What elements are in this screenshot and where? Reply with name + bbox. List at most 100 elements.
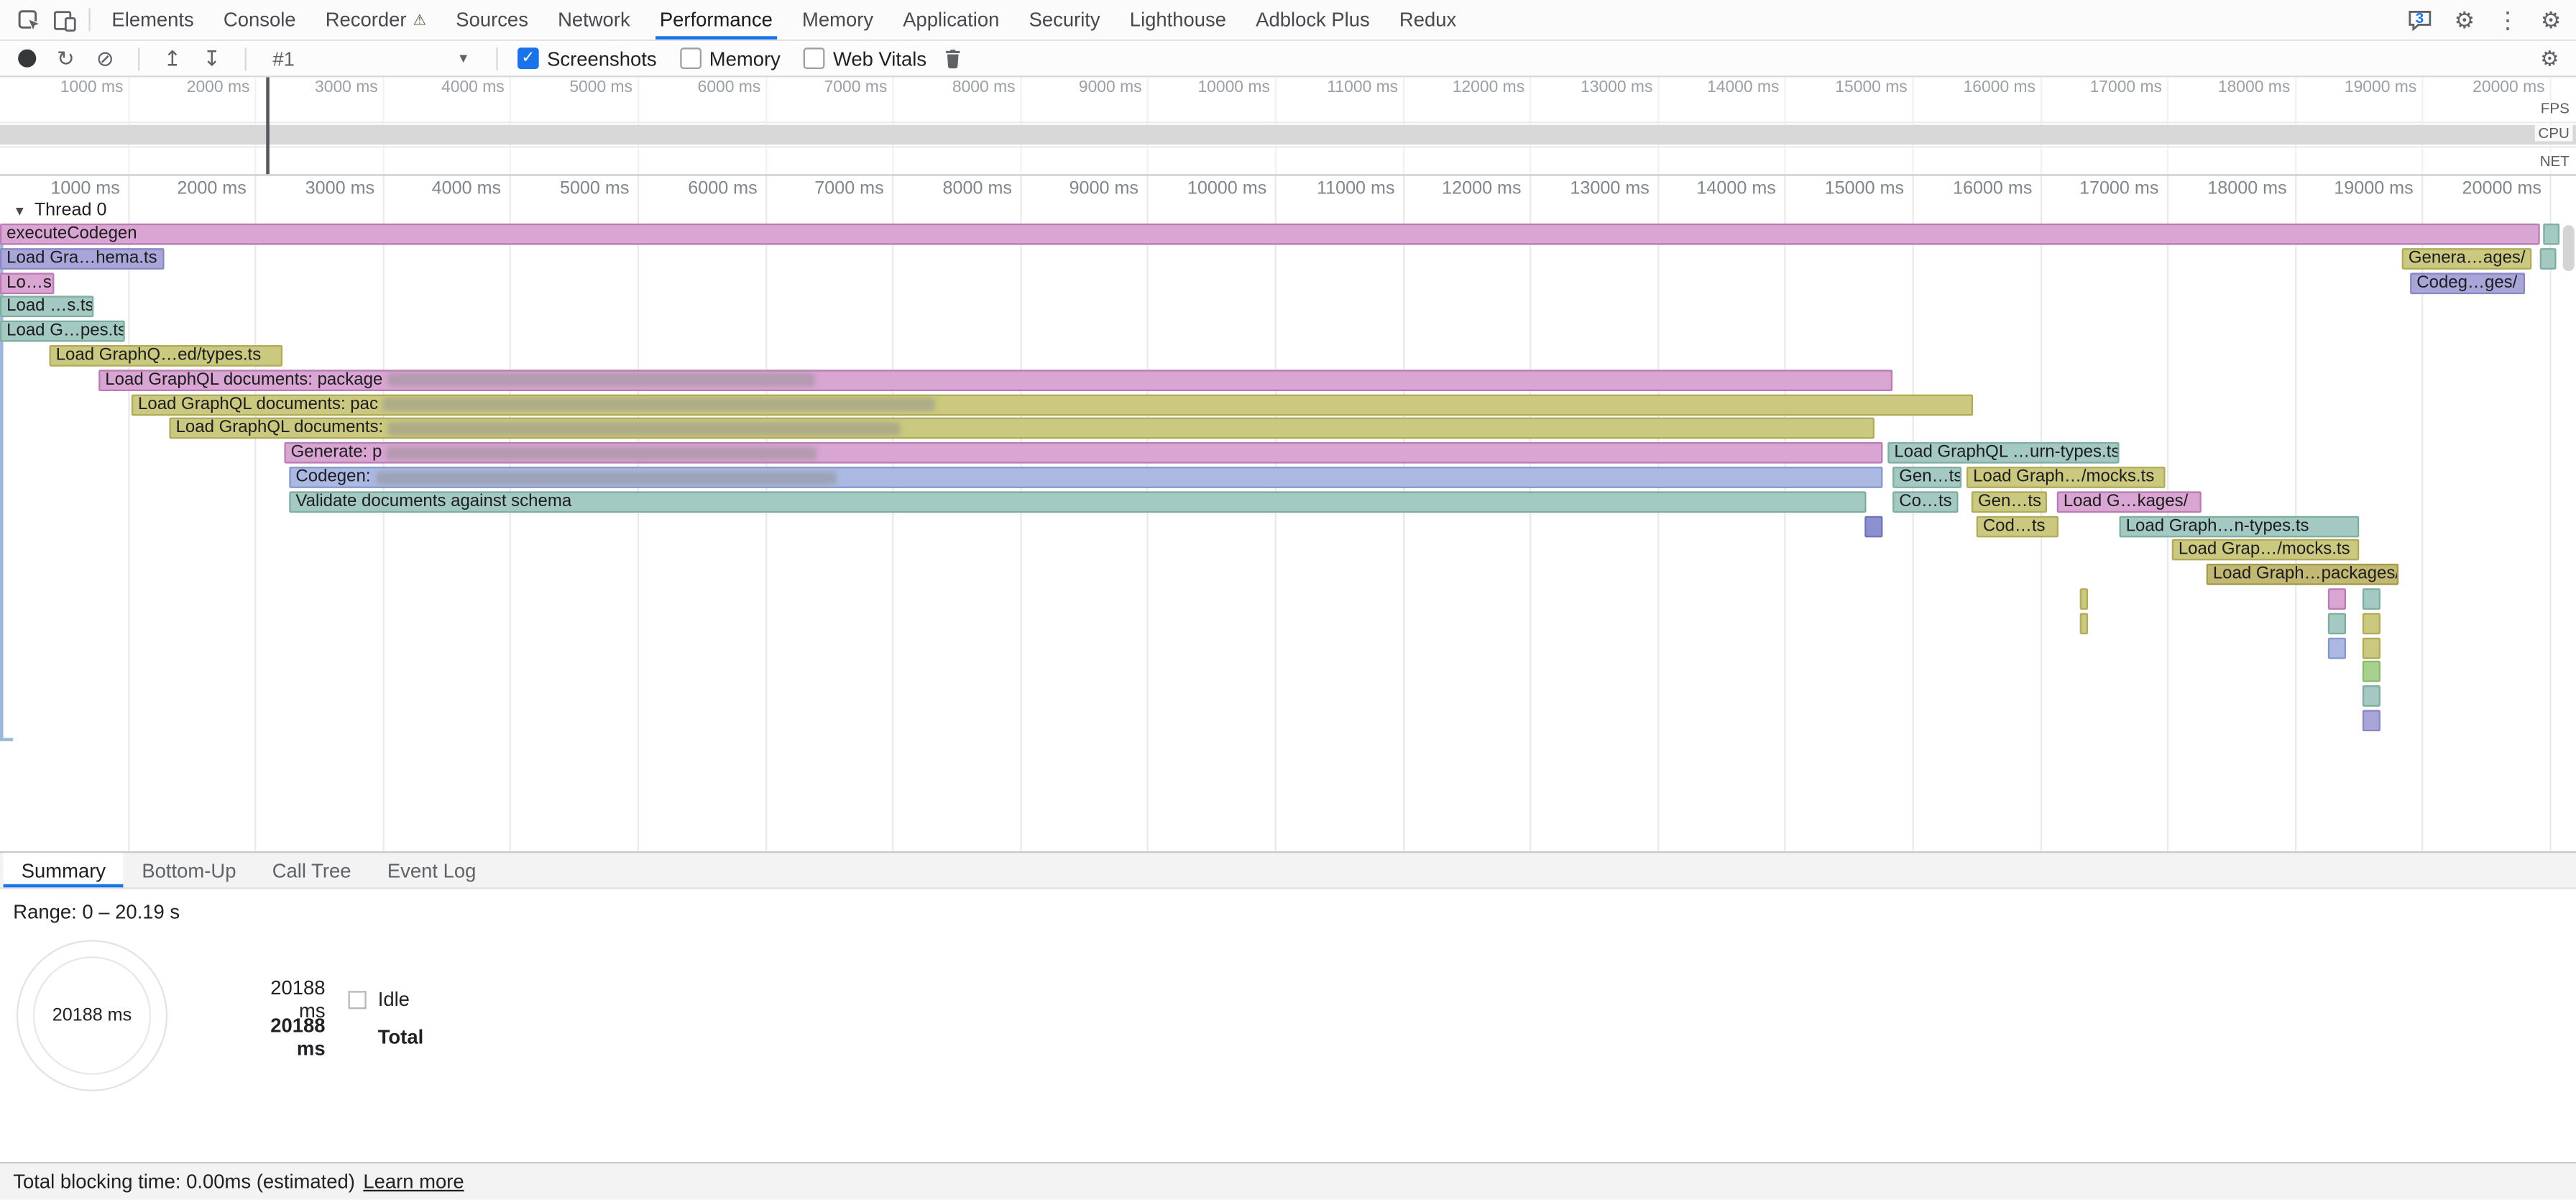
flame-bar[interactable]: Load GraphQL documents: package [98, 370, 1892, 391]
flame-bar[interactable]: Validate documents against schema [289, 491, 1866, 513]
record-button[interactable] [13, 45, 40, 72]
overview-tick-label: 6000 ms [645, 79, 760, 97]
settings-gear-icon[interactable]: ⚙ [2455, 8, 2475, 31]
flame-bar[interactable] [2328, 613, 2346, 634]
flame-bar[interactable] [2363, 637, 2380, 659]
load-profile-button[interactable]: ↥ [160, 45, 186, 72]
tab-memory[interactable]: Memory [787, 0, 888, 40]
overview-tick-label: 3000 ms [263, 79, 378, 97]
flame-bar-label: Load Graph…packages/ [2213, 566, 2398, 584]
overview-marker [266, 77, 270, 174]
history-select[interactable]: #1 ▼ [266, 47, 477, 70]
save-profile-button[interactable]: ↧ [199, 45, 226, 72]
flame-bar[interactable] [2328, 637, 2346, 659]
checkbox-web-vitals[interactable]: Web Vitals [804, 47, 926, 70]
device-toolbar-icon[interactable] [46, 0, 82, 40]
scrollbar-thumb[interactable] [2563, 225, 2575, 271]
ruler-tick-label: 4000 ms [378, 179, 501, 198]
flame-bar[interactable] [2080, 613, 2088, 634]
delete-recording-button[interactable] [939, 45, 966, 72]
flame-bar[interactable]: Codegen: [289, 467, 1882, 488]
tab-security[interactable]: Security [1014, 0, 1115, 40]
flame-bar[interactable] [2328, 588, 2346, 610]
flame-bar[interactable]: Lo…s [0, 272, 54, 293]
tab-sources[interactable]: Sources [441, 0, 543, 40]
drawer-tab-summary[interactable]: Summary [4, 853, 124, 887]
flame-bar[interactable]: Generate: p [284, 442, 1882, 464]
tabbar-right-icons: 3 ⚙ ⋮ ⚙ [2406, 8, 2576, 31]
tab-network[interactable]: Network [543, 0, 645, 40]
flame-bar[interactable]: Gen…ts [1972, 491, 2047, 513]
tab-lighthouse[interactable]: Lighthouse [1115, 0, 1241, 40]
drawer-tab-call-tree[interactable]: Call Tree [254, 853, 369, 887]
flame-scrollbar[interactable] [2561, 199, 2576, 851]
drawer-tab-bottom-up[interactable]: Bottom-Up [124, 853, 254, 887]
tab-performance[interactable]: Performance [645, 0, 787, 40]
flame-bar[interactable]: Load Gra…hema.ts [0, 248, 165, 270]
checkbox-label: Screenshots [547, 47, 656, 70]
issues-counter[interactable]: 3 [2406, 8, 2433, 31]
flame-bar[interactable] [2363, 613, 2380, 634]
flame-bar[interactable]: Co…ts [1892, 491, 1958, 513]
inspect-element-icon[interactable] [10, 0, 46, 40]
flame-bar[interactable]: Load GraphQL documents: [169, 418, 1874, 439]
checkbox-screenshots[interactable]: ✓Screenshots [518, 47, 657, 70]
checkbox-memory[interactable]: Memory [680, 47, 781, 70]
timeline-overview[interactable]: 1000 ms2000 ms3000 ms4000 ms5000 ms6000 … [0, 77, 2576, 175]
flame-bar[interactable]: Load G…kages/ [2057, 491, 2202, 513]
flame-bar-label: Load GraphQL documents: pac [138, 395, 378, 413]
flame-bar[interactable]: Load GraphQL documents: pac [132, 394, 1973, 416]
tab-application[interactable]: Application [888, 0, 1014, 40]
flame-bar[interactable]: Load …s.ts [0, 296, 93, 318]
flame-bar[interactable]: Load GraphQ…ed/types.ts [50, 345, 283, 367]
flame-bar[interactable] [2363, 686, 2380, 707]
clear-recording-button[interactable]: ⊘ [92, 45, 119, 72]
flame-bar-label: Generate: p [291, 444, 382, 462]
flame-bar[interactable]: Cod…ts [1977, 516, 2058, 537]
tab-elements[interactable]: Elements [97, 0, 208, 40]
overview-tick-label: 4000 ms [390, 79, 505, 97]
learn-more-link[interactable]: Learn more [363, 1170, 464, 1193]
flame-bar[interactable] [2363, 710, 2380, 731]
tab-adblock-plus[interactable]: Adblock Plus [1241, 0, 1385, 40]
flame-bar[interactable] [2080, 588, 2088, 610]
more-options-icon[interactable]: ⋮ [2496, 8, 2519, 31]
flame-bar[interactable]: Gen…ts [1892, 467, 1961, 488]
thread-toggle[interactable]: ▼ Thread 0 [13, 201, 106, 220]
legend-row: 20188 msIdle [240, 988, 423, 1011]
drawer-tab-event-log[interactable]: Event Log [369, 853, 494, 887]
checkbox-box [680, 47, 702, 69]
tab-label: Sources [456, 8, 528, 31]
capture-settings-gear-icon[interactable]: ⚙ [2536, 45, 2563, 72]
flame-bar[interactable]: Load Graph…packages/ [2207, 564, 2398, 585]
flame-bar[interactable]: Load G…pes.ts [0, 321, 125, 342]
tab-label: Elements [111, 8, 193, 31]
flame-bar-label: Cod…ts [1983, 517, 2046, 535]
flame-bar[interactable]: Load GraphQL …urn-types.ts [1887, 442, 2119, 464]
flame-bar[interactable]: Codeg…ges/ [2410, 272, 2525, 293]
flame-bar[interactable] [1864, 516, 1882, 537]
flame-bar[interactable]: Genera…ages/ [2402, 248, 2532, 270]
overview-tick-label: 12000 ms [1409, 79, 1524, 97]
flame-bar[interactable]: Load Graph…/mocks.ts [1966, 467, 2166, 488]
flame-canvas[interactable]: ▼ Thread 0 executeCodegen Load Gra…hema.t… [0, 199, 2576, 851]
overview-tick-label: 20000 ms [2430, 79, 2545, 97]
tab-label: Application [903, 8, 999, 31]
flame-bar[interactable] [2540, 248, 2557, 270]
drawer-tab-label: Bottom-Up [142, 858, 236, 881]
reload-and-record-button[interactable]: ↻ [52, 45, 79, 72]
flame-bar[interactable]: executeCodegen [0, 224, 2540, 245]
flame-bar[interactable]: Load Grap…/mocks.ts [2172, 540, 2360, 562]
chevron-down-icon: ▼ [457, 51, 470, 66]
flame-bar[interactable] [2363, 661, 2380, 683]
flame-bar[interactable] [2543, 224, 2559, 245]
tab-redux[interactable]: Redux [1384, 0, 1471, 40]
window-gear-icon[interactable]: ⚙ [2541, 8, 2562, 31]
flame-bar[interactable] [2363, 588, 2380, 610]
checkbox-label: Memory [709, 47, 781, 70]
flame-bar[interactable]: Load Graph…n-types.ts [2120, 516, 2360, 537]
device-phone-icon [52, 7, 76, 32]
tab-recorder[interactable]: Recorder⚠ [310, 0, 441, 40]
tab-label: Memory [802, 8, 873, 31]
tab-console[interactable]: Console [208, 0, 310, 40]
